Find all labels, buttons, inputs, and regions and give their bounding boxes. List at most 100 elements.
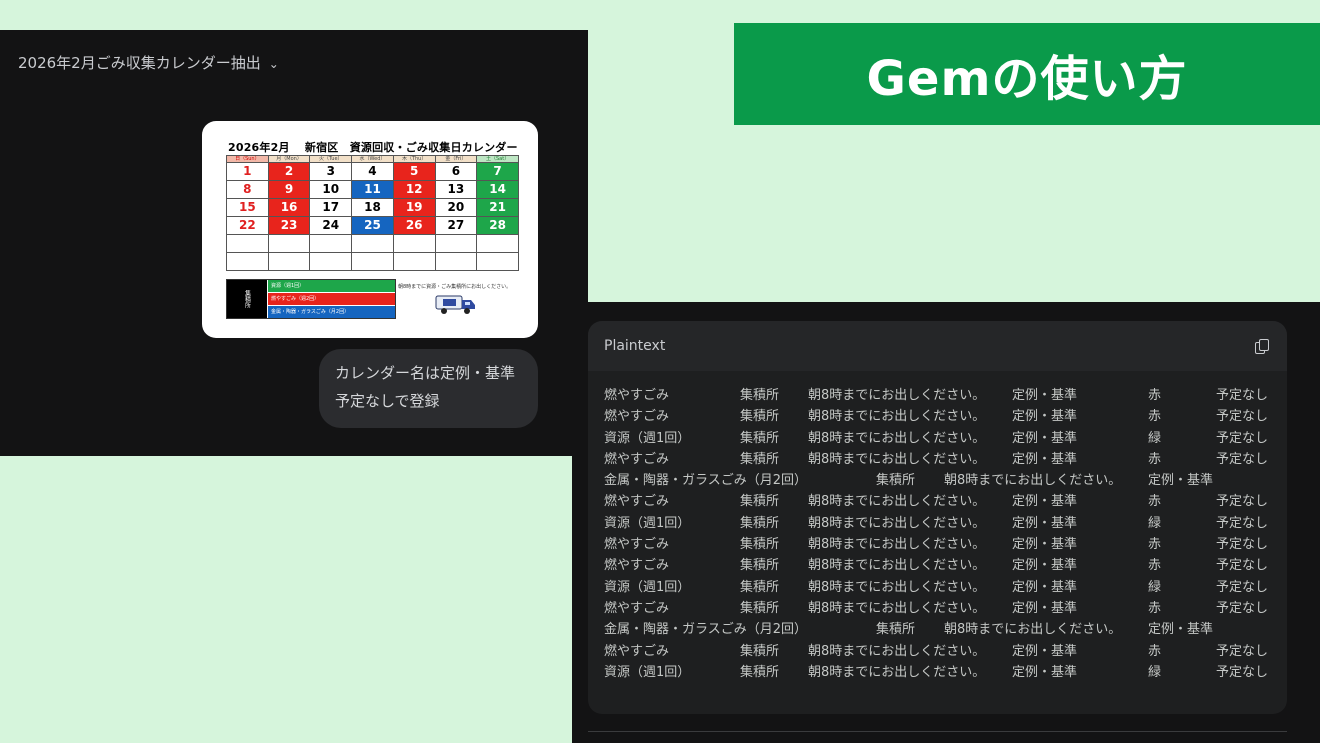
code-line: 資源（週1回）集積所朝8時までにお出しください。定例・基準緑予定なし2 — [604, 577, 1287, 598]
code-token: 緑 — [1148, 515, 1162, 531]
code-line: 燃やすごみ集積所朝8時までにお出しください。定例・基準赤予定なし2 — [604, 555, 1287, 576]
code-token: 燃やすごみ — [604, 558, 670, 574]
code-token: 緑 — [1148, 664, 1162, 680]
calendar-grid: 日（Sun） 月（Mon） 火（Tue） 水（Wed） 木（Thu） 金（Fri） 土（Sa… — [226, 155, 519, 271]
user-message-bubble: カレンダー名は定例・基準予定なしで登録 — [319, 349, 538, 428]
calendar-day-cell — [226, 252, 269, 271]
code-token: 定例・基準 — [1012, 515, 1078, 531]
code-token: 予定なし — [1216, 409, 1269, 425]
code-line: 燃やすごみ集積所朝8時までにお出しください。定例・基準赤予定なし2 — [604, 598, 1287, 619]
code-token: 集積所 — [740, 643, 780, 659]
legend-item-resources: 資源（週1回） — [268, 280, 395, 292]
code-token: 朝8時までにお出しください。 — [808, 643, 986, 659]
code-token: 資源（週1回） — [604, 664, 691, 680]
code-content[interactable]: 燃やすごみ集積所朝8時までにお出しください。定例・基準赤予定なし2燃やすごみ集積… — [588, 371, 1287, 683]
code-token: 定例・基準 — [1012, 664, 1078, 680]
calendar-day-cell: 2 — [267, 162, 311, 181]
code-token: 集積所 — [740, 409, 780, 425]
calendar-day-cell — [392, 252, 436, 271]
code-token: 予定なし — [1216, 643, 1269, 659]
calendar-day-cell: 10 — [309, 180, 353, 199]
calendar-day-cell: 26 — [392, 216, 436, 235]
chat-title-dropdown[interactable]: 2026年2月ごみ収集カレンダー抽出 ⌄ — [18, 52, 279, 73]
weekday-header: 水（Wed） — [351, 155, 394, 163]
weekday-header: 金（Fri） — [434, 155, 478, 163]
weekday-header: 土（Sat） — [476, 155, 519, 163]
garbage-truck-icon — [435, 295, 475, 314]
calendar-day-cell: 21 — [476, 198, 519, 217]
calendar-week-row: 22 23 24 25 26 27 28 — [226, 216, 519, 235]
code-token: 集積所 — [740, 537, 780, 553]
code-token: 朝8時までにお出しください。 — [808, 494, 986, 510]
code-token: 金属・陶器・ガラスごみ（月2回） — [604, 473, 808, 489]
copy-icon[interactable] — [1255, 339, 1269, 354]
code-line: 燃やすごみ集積所朝8時までにお出しください。定例・基準赤予定なし2 — [604, 449, 1287, 470]
code-token: 燃やすごみ — [604, 388, 670, 403]
uploaded-calendar-image[interactable]: 2026年2月 新宿区 資源回収・ごみ収集日カレンダー 日（Sun） 月（Mon）… — [202, 121, 538, 338]
calendar-day-cell: 16 — [267, 198, 311, 217]
code-token: 朝8時までにお出しください。 — [944, 473, 1122, 489]
calendar-day-cell: 17 — [309, 198, 353, 217]
code-token: 朝8時までにお出しください。 — [808, 600, 986, 616]
code-token: 定例・基準 — [1012, 451, 1078, 467]
code-token: 集積所 — [876, 473, 916, 489]
calendar-day-cell: 23 — [267, 216, 311, 235]
code-token: 燃やすごみ — [604, 643, 670, 659]
code-token: 定例・基準 — [1012, 579, 1078, 595]
code-token: 燃やすごみ — [604, 409, 670, 425]
panel-edge — [572, 456, 588, 743]
code-token: 朝8時までにお出しください。 — [808, 388, 986, 403]
code-line: 燃やすごみ集積所朝8時までにお出しください。定例・基準赤予定なし2 — [604, 534, 1287, 555]
code-token: 燃やすごみ — [604, 494, 670, 510]
calendar-day-cell — [267, 234, 311, 253]
calendar-day-cell — [476, 252, 519, 271]
calendar-day-cell: 3 — [309, 162, 353, 181]
code-token: 集積所 — [740, 494, 780, 510]
code-token: 予定なし — [1216, 515, 1269, 531]
calendar-day-cell: 6 — [434, 162, 478, 181]
code-line: 燃やすごみ集積所朝8時までにお出しください。定例・基準赤予定なし2 — [604, 641, 1287, 662]
response-panel: Plaintext 燃やすごみ 集積所 朝8時までにお出しください。 定例・基準赤予定… — [588, 302, 1320, 743]
code-line: 資源（週1回）集積所朝8時までにお出しください。定例・基準緑予定なし2 — [604, 662, 1287, 683]
code-block: Plaintext 燃やすごみ 集積所 朝8時までにお出しください。 定例・基準赤予定… — [588, 321, 1287, 714]
code-token: 集積所 — [740, 558, 780, 574]
code-token: 集積所 — [876, 622, 916, 638]
code-token: 朝8時までにお出しください。 — [808, 430, 986, 446]
code-token: 定例・基準 — [1012, 388, 1078, 403]
calendar-day-cell: 27 — [434, 216, 478, 235]
code-token: 定例・基準 — [1012, 558, 1078, 574]
calendar-week-row: 1234567 — [226, 162, 519, 181]
code-token: 集積所 — [740, 430, 780, 446]
code-token: 予定なし — [1216, 664, 1269, 680]
code-token: 定例・基準 — [1012, 643, 1078, 659]
code-token: 朝8時までにお出しください。 — [808, 515, 986, 531]
code-token: 予定なし — [1216, 600, 1269, 616]
code-token: 予定なし — [1216, 558, 1269, 574]
code-token: 朝8時までにお出しください。 — [808, 409, 986, 425]
calendar-day-cell: 15 — [226, 198, 269, 217]
code-token: 定例・基準 — [1012, 409, 1078, 425]
calendar-day-cell: 1 — [226, 162, 269, 181]
code-token: 定例・基準 — [1012, 537, 1078, 553]
legend-label: 集積所 — [227, 280, 267, 318]
code-token: 定例・基準 — [1012, 600, 1078, 616]
calendar-day-cell — [392, 234, 436, 253]
calendar-week-row — [226, 252, 519, 271]
chevron-down-icon: ⌄ — [268, 56, 279, 71]
code-token: 集積所 — [740, 388, 780, 403]
code-token: 定例・基準 — [1012, 494, 1078, 510]
code-token: 予定なし — [1216, 430, 1269, 446]
code-token: 集積所 — [740, 515, 780, 531]
calendar-day-cell — [226, 234, 269, 253]
weekday-header: 月（Mon） — [267, 155, 311, 163]
calendar-week-row — [226, 234, 519, 253]
code-token: 赤 — [1148, 388, 1162, 403]
code-token: 予定なし — [1216, 537, 1269, 553]
chat-title-text: 2026年2月ごみ収集カレンダー抽出 — [18, 54, 261, 72]
calendar-weekday-row: 日（Sun） 月（Mon） 火（Tue） 水（Wed） 木（Thu） 金（Fri） 土（Sa… — [226, 155, 519, 163]
code-line: 資源（週1回）集積所朝8時までにお出しください。定例・基準緑予定なし2 — [604, 428, 1287, 449]
code-token: 燃やすごみ — [604, 600, 670, 616]
code-token: 定例・基準 — [1012, 430, 1078, 446]
code-token: 朝8時までにお出しください。 — [808, 558, 986, 574]
calendar-day-cell — [476, 234, 519, 253]
